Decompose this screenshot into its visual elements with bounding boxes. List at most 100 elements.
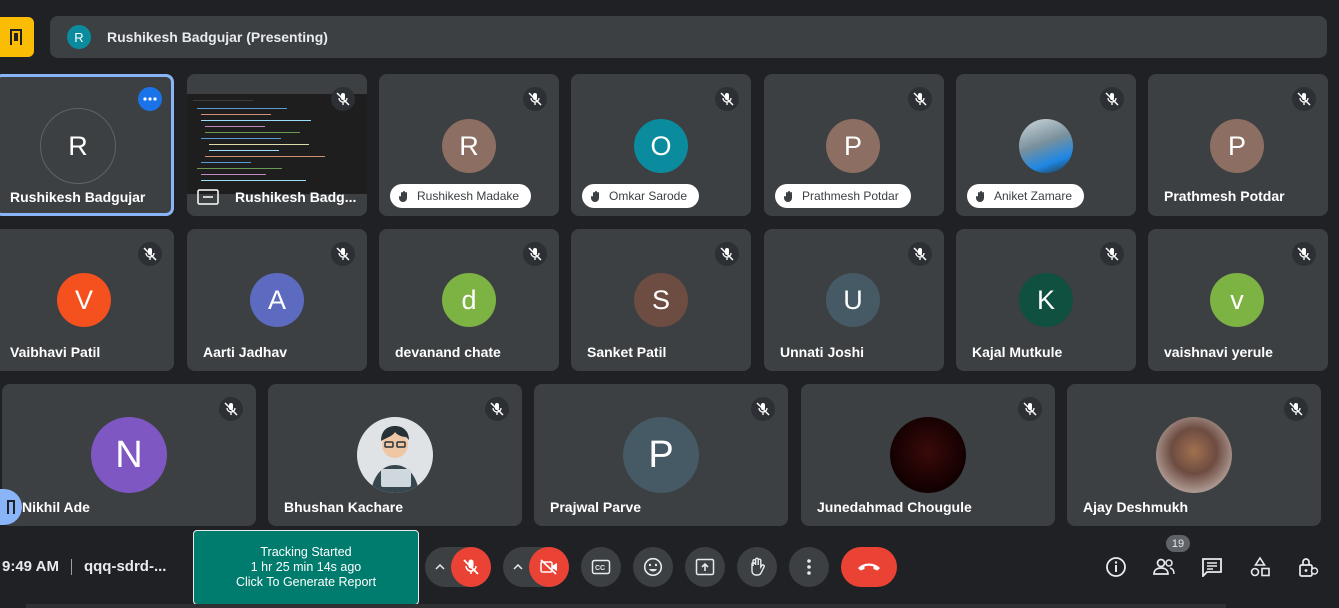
participant-tile[interactable]: R Rushikesh Badgujar	[0, 74, 174, 216]
participant-name: Unnati Joshi	[780, 344, 865, 360]
chat-icon	[1202, 558, 1222, 577]
tracking-action: Click To Generate Report	[235, 575, 377, 589]
raised-hand-pill: Prathmesh Potdar	[775, 184, 911, 208]
mute-indicator	[715, 87, 739, 111]
captions-button[interactable]: CC	[581, 547, 621, 587]
avatar: S	[634, 273, 688, 327]
call-end-icon	[858, 563, 880, 571]
participant-tile[interactable]: N Nikhil Ade	[2, 384, 256, 526]
participant-tile[interactable]: R Rushikesh Madake	[379, 74, 559, 216]
participant-tile[interactable]: A Aarti Jadhav	[187, 229, 367, 371]
meeting-code: qqq-sdrd-...	[83, 558, 167, 575]
mic-off-icon	[1297, 247, 1311, 261]
more-vert-icon	[807, 559, 811, 575]
participant-tile[interactable]: v vaishnavi yerule	[1148, 229, 1328, 371]
mic-off-icon	[490, 402, 504, 416]
chevron-up-icon	[435, 564, 445, 570]
divider	[70, 558, 72, 575]
presenting-banner[interactable]: R Rushikesh Badgujar (Presenting)	[50, 16, 1327, 58]
participant-tile[interactable]: S Sanket Patil	[571, 229, 751, 371]
avatar: K	[1019, 273, 1073, 327]
svg-text:CC: CC	[595, 565, 605, 572]
mic-off-icon	[528, 247, 542, 261]
mic-off-icon	[756, 402, 770, 416]
participant-tile-screen[interactable]: Rushikesh Badg...	[187, 74, 367, 216]
mute-indicator	[523, 87, 547, 111]
info-icon	[1106, 557, 1126, 577]
avatar: O	[634, 119, 688, 173]
emoji-icon	[643, 557, 663, 577]
participant-name: vaishnavi yerule	[1164, 344, 1273, 360]
present-icon	[695, 558, 715, 576]
mic-off-icon	[1105, 247, 1119, 261]
mute-indicator	[138, 242, 162, 266]
more-options-button[interactable]	[138, 87, 162, 111]
mute-indicator	[908, 87, 932, 111]
presentation-icon-button[interactable]	[0, 17, 34, 57]
chat-button[interactable]	[1200, 555, 1224, 579]
avatar: N	[91, 417, 167, 493]
participant-name: devanand chate	[395, 344, 501, 360]
participant-tile[interactable]: Aniket Zamare	[956, 74, 1136, 216]
participant-name: Rushikesh Madake	[417, 189, 520, 203]
mic-off-icon	[143, 247, 157, 261]
host-controls-icon	[1299, 558, 1319, 577]
raised-hand-pill: Aniket Zamare	[967, 184, 1085, 208]
host-controls-button[interactable]	[1296, 555, 1320, 579]
hand-icon	[783, 190, 795, 203]
mic-off-icon	[1105, 92, 1119, 106]
avatar: U	[826, 273, 880, 327]
presenting-text: Rushikesh Badgujar (Presenting)	[107, 29, 328, 45]
raise-hand-button[interactable]	[737, 547, 777, 587]
horizontal-scrollbar[interactable]	[26, 604, 1226, 608]
meet-window: R Rushikesh Badgujar (Presenting) R Rush…	[0, 0, 1339, 608]
participant-tile[interactable]: K Kajal Mutkule	[956, 229, 1136, 371]
mic-off-icon	[336, 92, 350, 106]
reactions-button[interactable]	[633, 547, 673, 587]
participant-tile[interactable]: Junedahmad Chougule	[801, 384, 1055, 526]
meeting-details-button[interactable]	[1104, 555, 1128, 579]
participant-tile[interactable]: P Prathmesh Potdar	[764, 74, 944, 216]
leave-call-button[interactable]	[841, 547, 897, 587]
more-options-button[interactable]	[789, 547, 829, 587]
participant-tile[interactable]: P Prathmesh Potdar	[1148, 74, 1328, 216]
present-now-button[interactable]	[685, 547, 725, 587]
participant-name: Sanket Patil	[587, 344, 667, 360]
presentation-icon	[10, 29, 22, 45]
mic-toggle-button[interactable]	[451, 547, 491, 587]
participant-tile[interactable]: Ajay Deshmukh	[1067, 384, 1321, 526]
people-button[interactable]	[1152, 555, 1176, 579]
participant-tile[interactable]: d devanand chate	[379, 229, 559, 371]
avatar-photo	[1019, 119, 1073, 173]
participant-tile[interactable]: U Unnati Joshi	[764, 229, 944, 371]
participant-name: Nikhil Ade	[22, 499, 90, 515]
avatar: R	[68, 130, 88, 161]
mute-indicator	[751, 397, 775, 421]
participant-tile[interactable]: O Omkar Sarode	[571, 74, 751, 216]
mute-indicator	[1284, 397, 1308, 421]
mute-indicator	[1100, 87, 1124, 111]
participant-name: Prathmesh Potdar	[802, 189, 899, 203]
participant-name: Kajal Mutkule	[972, 344, 1063, 360]
avatar-photo	[890, 417, 966, 493]
participant-name: Rushikesh Badg...	[235, 189, 357, 205]
mic-off-icon	[913, 247, 927, 261]
raised-hand-pill: Rushikesh Madake	[390, 184, 532, 208]
participant-name: Aniket Zamare	[994, 189, 1073, 203]
chevron-up-icon	[513, 564, 523, 570]
camera-toggle-button[interactable]	[529, 547, 569, 587]
participant-tile[interactable]: Bhushan Kachare	[268, 384, 522, 526]
mic-off-icon	[336, 247, 350, 261]
meeting-info: 9:49 AM qqq-sdrd-...	[2, 558, 166, 575]
participant-tile[interactable]: P Prajwal Parve	[534, 384, 788, 526]
mute-indicator	[485, 397, 509, 421]
avatar: P	[1210, 119, 1264, 173]
participant-tile[interactable]: V Vaibhavi Patil	[0, 229, 174, 371]
hand-icon	[590, 190, 602, 203]
mic-off-icon	[1023, 402, 1037, 416]
tracking-report-button[interactable]: Tracking Started 1 hr 25 min 14s ago Cli…	[193, 530, 419, 605]
captions-icon: CC	[591, 559, 611, 575]
avatar: A	[250, 273, 304, 327]
activities-button[interactable]	[1248, 555, 1272, 579]
mute-indicator	[908, 242, 932, 266]
